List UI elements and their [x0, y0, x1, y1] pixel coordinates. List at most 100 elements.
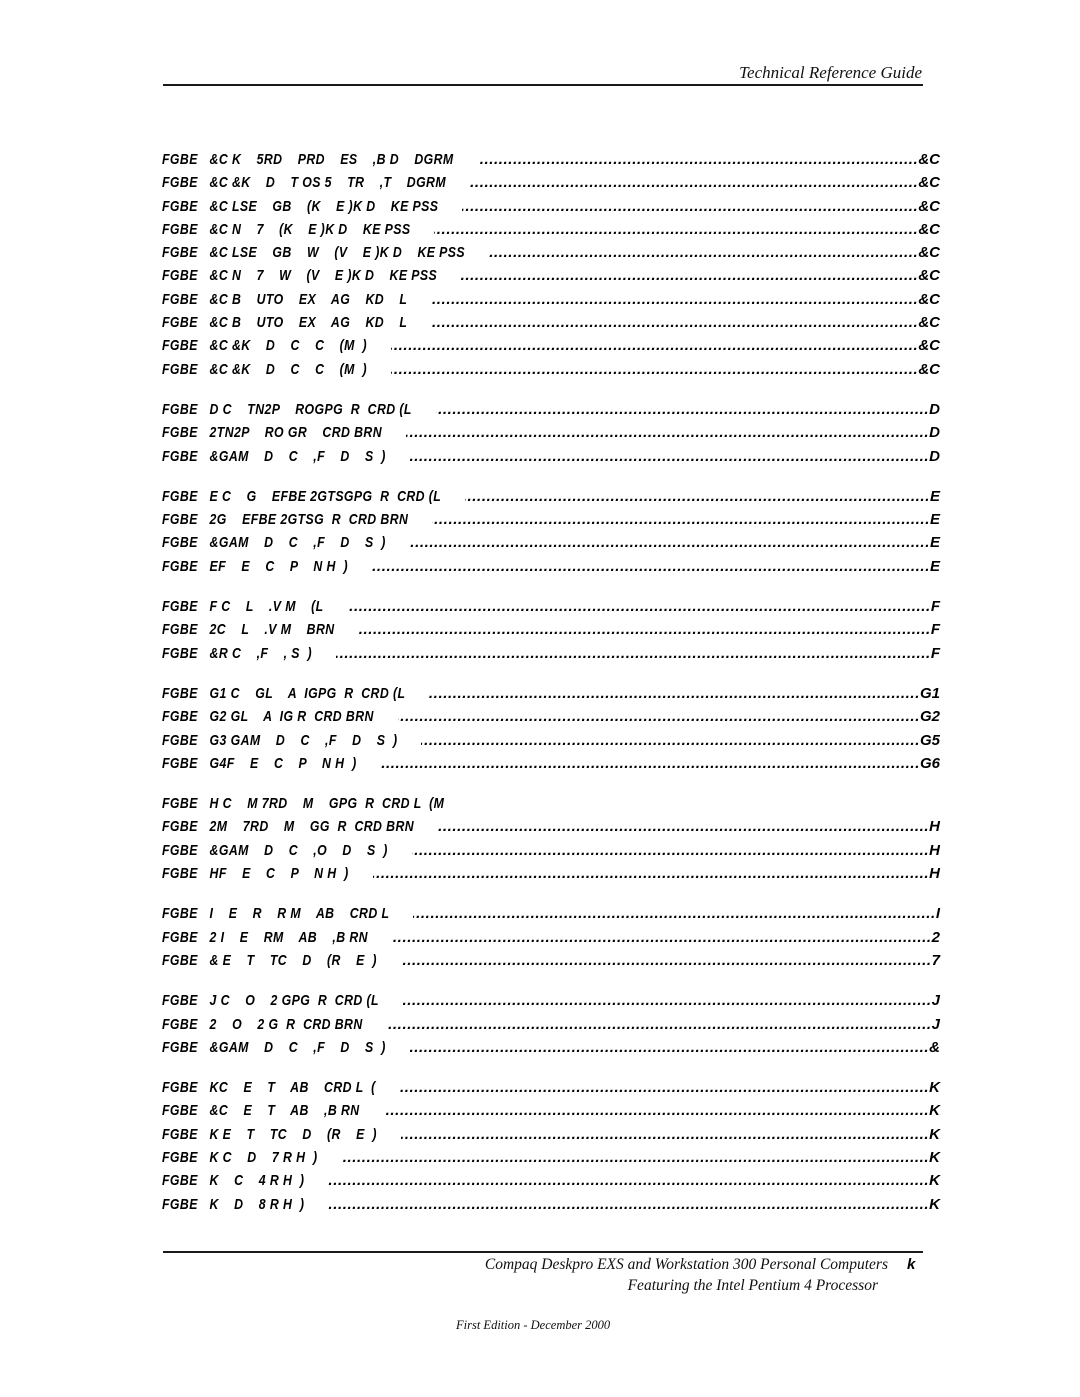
toc-group: FGBE F C L .V M (L.......................… — [162, 595, 952, 665]
dot-leader: ........................................… — [432, 511, 930, 529]
figure-title: &C &K D C C (M ) — [209, 337, 367, 355]
toc-entry[interactable]: FGBE &GAM D C ,F D S )...................… — [162, 531, 952, 554]
figure-title: &C LSE GB W (V E )K D KE PSS — [209, 244, 466, 262]
figure-title: &C B UTO EX AG KD L — [209, 290, 408, 308]
toc-entry[interactable]: FGBE G4F E C P N H ).....................… — [162, 752, 952, 775]
page-reference: & — [929, 1038, 940, 1056]
toc-entry-label: FGBE 2 O 2 G R CRD BRN — [162, 1013, 363, 1036]
page-reference: F — [930, 598, 940, 616]
dot-leader: ........................................… — [400, 951, 932, 969]
figure-prefix: FGBE — [162, 951, 198, 969]
toc-entry-label: FGBE &C LSE GB (K E )K D KE PSS — [162, 195, 438, 218]
figure-prefix: FGBE — [162, 424, 198, 442]
toc-entry-label: FGBE &GAM D C ,O D S ) — [162, 839, 388, 862]
page-reference: &C — [918, 360, 940, 378]
toc-entry-label: FGBE &GAM D C ,F D S ) — [162, 531, 386, 554]
toc-entry[interactable]: FGBE K D 8 R H ).........................… — [162, 1193, 952, 1216]
toc-entry[interactable]: FGBE &C N 7 (K E )K D KE PSS.............… — [162, 218, 952, 241]
figure-title: &GAM D C ,F D S ) — [209, 447, 386, 465]
dot-leader: ........................................… — [438, 818, 930, 836]
toc-entry-label: FGBE & E T TC D (R E ) — [162, 949, 377, 972]
toc-entry[interactable]: FGBE EF E C P N H )......................… — [162, 555, 952, 578]
toc-entry[interactable]: FGBE K C 4 R H ).........................… — [162, 1169, 952, 1192]
toc-entry[interactable]: FGBE &C E T AB ,B RN.....................… — [162, 1099, 952, 1122]
toc-entry-label: FGBE D C TN2P ROGPG R CRD (L — [162, 398, 412, 421]
dot-leader: ........................................… — [409, 447, 930, 465]
toc-entry[interactable]: FGBE G3 GAM D C ,F D S ).................… — [162, 729, 952, 752]
toc-entry-label: FGBE &GAM D C ,F D S ) — [162, 445, 386, 468]
toc-entry-label: FGBE 2TN2P RO GR CRD BRN — [162, 421, 382, 444]
toc-group: FGBE D C TN2P ROGPG R CRD (L.............… — [162, 398, 952, 468]
toc-entry[interactable]: FGBE 2M 7RD M GG R CRD BRN...............… — [162, 815, 952, 838]
figure-title: &C E T AB ,B RN — [209, 1102, 360, 1120]
toc-entry[interactable]: FGBE &C B UTO EX AG KD L.................… — [162, 288, 952, 311]
toc-entry[interactable]: FGBE &GAM D C ,O D S )...................… — [162, 839, 952, 862]
dot-leader: ........................................… — [413, 905, 936, 923]
toc-entry[interactable]: FGBE &C B UTO EX AG KD L.................… — [162, 311, 952, 334]
figure-title: &C LSE GB (K E )K D KE PSS — [209, 197, 439, 215]
page-reference: &C — [918, 197, 940, 215]
dot-leader: ........................................… — [373, 865, 930, 883]
figure-title: 2 I E RM AB ,B RN — [209, 928, 368, 946]
toc-entry[interactable]: FGBE &C LSE GB (K E )K D KE PSS..........… — [162, 195, 952, 218]
figure-prefix: FGBE — [162, 244, 198, 262]
toc-entry[interactable]: FGBE 2TN2P RO GR CRD BRN.................… — [162, 421, 952, 444]
dot-leader: ........................................… — [392, 928, 932, 946]
figure-prefix: FGBE — [162, 1102, 198, 1120]
dot-leader: ........................................… — [465, 487, 930, 505]
toc-entry[interactable]: FGBE 2G EFBE 2GTSG R CRD BRN.............… — [162, 508, 952, 531]
toc-entry-label: FGBE K C D 7 R H ) — [162, 1146, 318, 1169]
figure-prefix: FGBE — [162, 487, 198, 505]
toc-entry[interactable]: FGBE 2C L .V M BRN.......................… — [162, 618, 952, 641]
figure-title: F C L .V M (L — [209, 598, 324, 616]
dot-leader: ........................................… — [436, 400, 930, 418]
dot-leader: ........................................… — [399, 1079, 930, 1097]
toc-entry[interactable]: FGBE I E R R M AB CRD L..................… — [162, 902, 952, 925]
toc-entry-label: FGBE 2 I E RM AB ,B RN — [162, 926, 368, 949]
page-reference: K — [929, 1195, 940, 1213]
page-reference: G5 — [919, 731, 940, 749]
toc-entry-label: FGBE &C LSE GB W (V E )K D KE PSS — [162, 241, 465, 264]
toc-entry[interactable]: FGBE G2 GL A IG R CRD BRN................… — [162, 705, 952, 728]
toc-entry[interactable]: FGBE &C LSE GB W (V E )K D KE PSS........… — [162, 241, 952, 264]
toc-entry[interactable]: FGBE K C D 7 R H ).......................… — [162, 1146, 952, 1169]
toc-entry[interactable]: FGBE &C K 5RD PRD ES ,B D DGRM...........… — [162, 148, 952, 171]
toc-entry[interactable]: FGBE &C &K D C C (M )....................… — [162, 358, 952, 381]
figure-prefix: FGBE — [162, 841, 198, 859]
figure-title: &C &K D C C (M ) — [209, 360, 367, 378]
toc-entry[interactable]: FGBE J C O 2 GPG R CRD (L................… — [162, 989, 952, 1012]
toc-entry[interactable]: FGBE G1 C GL A IGPG R CRD (L.............… — [162, 682, 952, 705]
figure-title: EF E C P N H ) — [209, 557, 348, 575]
toc-entry[interactable]: FGBE HF E C P N H )......................… — [162, 862, 952, 885]
toc-entry[interactable]: FGBE K E T TC D (R E )...................… — [162, 1123, 952, 1146]
toc-entry[interactable]: FGBE &R C ,F , S ).......................… — [162, 642, 952, 665]
figure-title: K C D 7 R H ) — [209, 1148, 318, 1166]
figure-title: D C TN2P ROGPG R CRD (L — [209, 400, 412, 418]
footer-product-subtitle: Featuring the Intel Pentium 4 Processor — [627, 1277, 878, 1294]
toc-entry[interactable]: FGBE D C TN2P ROGPG R CRD (L.............… — [162, 398, 952, 421]
figure-title: 2G EFBE 2GTSG R CRD BRN — [209, 511, 409, 529]
toc-entry[interactable]: FGBE & E T TC D (R E )...................… — [162, 949, 952, 972]
toc-entry[interactable]: FGBE KC E T AB CRD L (...................… — [162, 1076, 952, 1099]
toc-entry[interactable]: FGBE 2 I E RM AB ,B RN...................… — [162, 926, 952, 949]
figure-title: &C &K D T OS 5 TR ,T DGRM — [209, 174, 447, 192]
figure-prefix: FGBE — [162, 992, 198, 1010]
toc-entry[interactable]: FGBE E C G EFBE 2GTSGPG R CRD (L.........… — [162, 485, 952, 508]
list-of-figures: FGBE &C K 5RD PRD ES ,B D DGRM...........… — [162, 148, 952, 1233]
running-header-title: Technical Reference Guide — [739, 63, 922, 82]
toc-entry[interactable]: FGBE F C L .V M (L.......................… — [162, 595, 952, 618]
toc-entry-label: FGBE E C G EFBE 2GTSGPG R CRD (L — [162, 485, 441, 508]
page-reference: J — [931, 992, 940, 1010]
figure-prefix: FGBE — [162, 1038, 198, 1056]
page-reference: K — [929, 1148, 940, 1166]
toc-entry[interactable]: FGBE &C &K D T OS 5 TR ,T DGRM...........… — [162, 171, 952, 194]
toc-entry[interactable]: FGBE &C &K D C C (M )....................… — [162, 334, 952, 357]
toc-entry[interactable]: FGBE &GAM D C ,F D S )...................… — [162, 1036, 952, 1059]
toc-entry[interactable]: FGBE &GAM D C ,F D S )...................… — [162, 445, 952, 468]
page-reference: E — [929, 487, 940, 505]
figure-prefix: FGBE — [162, 754, 198, 772]
toc-entry[interactable]: FGBE &C N 7 W (V E )K D KE PSS...........… — [162, 264, 952, 287]
toc-entry[interactable]: FGBE H C M 7RD M GPG R CRD L (M — [162, 792, 952, 815]
toc-entry[interactable]: FGBE 2 O 2 G R CRD BRN...................… — [162, 1013, 952, 1036]
toc-entry-label: FGBE K E T TC D (R E ) — [162, 1123, 377, 1146]
